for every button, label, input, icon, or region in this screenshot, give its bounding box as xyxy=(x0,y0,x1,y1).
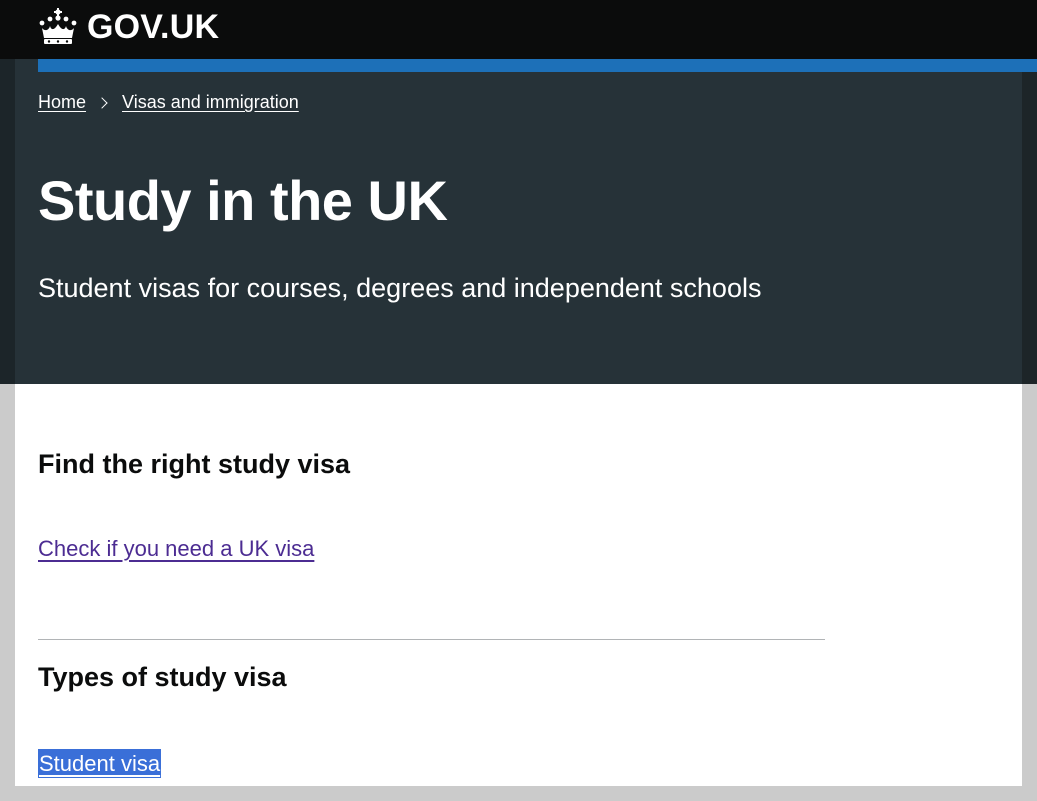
breadcrumb-visas-link[interactable]: Visas and immigration xyxy=(122,92,299,113)
section-divider xyxy=(38,639,825,640)
crown-icon xyxy=(39,8,77,44)
student-visa-link[interactable]: Student visa xyxy=(38,749,162,778)
header-accent-bar-tail xyxy=(1022,59,1037,72)
logo-text: GOV.UK xyxy=(87,7,220,46)
page-title: Study in the UK xyxy=(38,169,448,232)
site-header: GOV.UK xyxy=(0,0,1037,59)
govuk-logo-link[interactable]: GOV.UK xyxy=(38,6,219,48)
section-heading-types: Types of study visa xyxy=(38,662,287,692)
section-heading-find-visa: Find the right study visa xyxy=(38,449,351,479)
header-accent-bar xyxy=(38,59,1022,72)
breadcrumb-home-link[interactable]: Home xyxy=(38,92,86,113)
hero-left-edge xyxy=(0,59,15,384)
breadcrumb: Home Visas and immigration xyxy=(38,92,299,113)
page-subtitle: Student visas for courses, degrees and i… xyxy=(38,273,762,303)
check-uk-visa-link[interactable]: Check if you need a UK visa xyxy=(38,536,314,562)
chevron-right-icon xyxy=(96,96,108,109)
hero-right-edge xyxy=(1022,72,1037,384)
main-content xyxy=(15,384,1022,786)
